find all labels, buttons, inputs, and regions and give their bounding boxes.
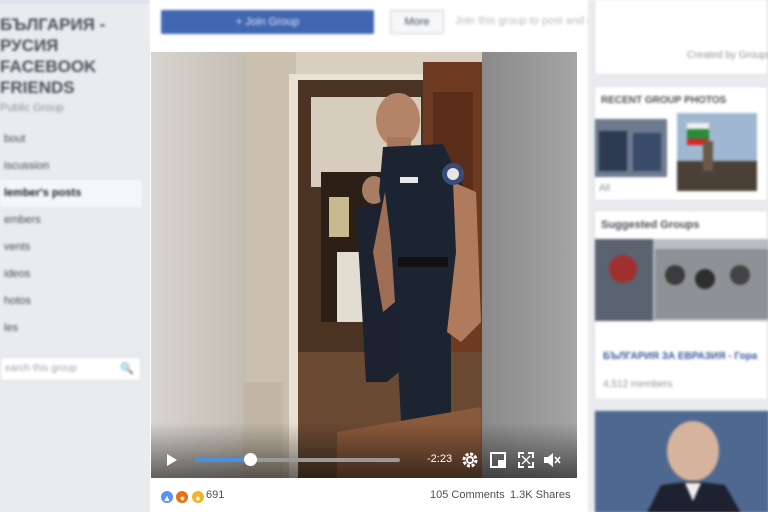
fullscreen-icon[interactable]	[517, 451, 535, 469]
group-action-bar: + Join Group More Join this group to pos…	[150, 0, 632, 45]
created-by: Created by Groups	[687, 50, 768, 61]
video-frame	[151, 52, 577, 478]
suggested-group-name[interactable]: БЪЛГАРИЯ ЗА ЕВРАЗИЯ - Гора	[603, 351, 757, 362]
main-feed: + Join Group More Join this group to pos…	[150, 0, 632, 512]
suggested-group-cover[interactable]	[595, 239, 768, 321]
reaction-count[interactable]: 691	[206, 489, 224, 501]
mute-icon[interactable]	[543, 451, 561, 469]
picture-in-picture-icon[interactable]	[489, 451, 507, 469]
search-icon[interactable]: 🔍	[120, 358, 134, 380]
top-divider	[0, 0, 150, 4]
right-column: Created by Groups RECENT GROUP PHOTOS Al…	[588, 0, 768, 512]
time-remaining: -2:23	[427, 453, 453, 465]
group-type: Public Group	[0, 102, 64, 114]
seek-bar[interactable]	[195, 453, 400, 466]
nav-item-members-posts[interactable]: lember's posts	[0, 180, 142, 207]
suggested-groups-card: Suggested Groups БЪЛГАРИЯ ЗА ЕВРАЗИЯ - Г…	[594, 210, 768, 400]
left-sidebar: БЪЛГАРИЯ - РУСИЯ FACEBOOK FRIENDS Public…	[0, 0, 150, 512]
suggested-group-members: 4,512 members	[603, 379, 673, 390]
group-info-card: Created by Groups	[594, 0, 768, 75]
nav-item-files[interactable]: les	[0, 315, 142, 342]
join-group-button[interactable]: + Join Group	[161, 10, 374, 34]
comments-link[interactable]: 105 Comments	[430, 489, 505, 501]
gear-icon[interactable]	[461, 451, 479, 469]
more-label: More	[404, 16, 430, 28]
seek-progress	[195, 458, 251, 462]
shares-link[interactable]: 1.3K Shares	[510, 489, 571, 501]
nav-item-videos[interactable]: ideos	[0, 261, 142, 288]
recent-photos-grid[interactable]	[595, 111, 768, 191]
haha-icon: ●	[190, 489, 205, 504]
nav-item-members[interactable]: embers	[0, 207, 142, 234]
group-search-placeholder: earch this group	[5, 363, 77, 374]
like-icon: ▲	[160, 489, 174, 504]
angry-icon: ●	[175, 489, 190, 504]
play-icon[interactable]	[165, 453, 179, 467]
nav-item-discussion[interactable]: iscussion	[0, 153, 142, 180]
more-button[interactable]: More	[390, 10, 444, 34]
suggested-group-photo	[595, 411, 768, 512]
reaction-icons[interactable]: ▲ ● ●	[160, 488, 205, 504]
group-name[interactable]: БЪЛГАРИЯ - РУСИЯ FACEBOOK FRIENDS	[0, 14, 140, 98]
recent-photos-title: RECENT GROUP PHOTOS	[601, 95, 727, 106]
see-all-photos[interactable]: All	[599, 183, 610, 194]
suggested-group-card-2[interactable]	[594, 410, 768, 512]
group-search-input[interactable]: earch this group 🔍	[0, 357, 141, 381]
nav-item-events[interactable]: vents	[0, 234, 142, 261]
recent-photos-card: RECENT GROUP PHOTOS All	[594, 86, 768, 201]
video-player[interactable]: -2:23	[151, 52, 577, 478]
group-nav: bout iscussion lember's posts embers ven…	[0, 126, 142, 342]
suggested-groups-title: Suggested Groups	[601, 219, 700, 231]
nav-item-about[interactable]: bout	[0, 126, 142, 153]
nav-item-photos[interactable]: hotos	[0, 288, 142, 315]
